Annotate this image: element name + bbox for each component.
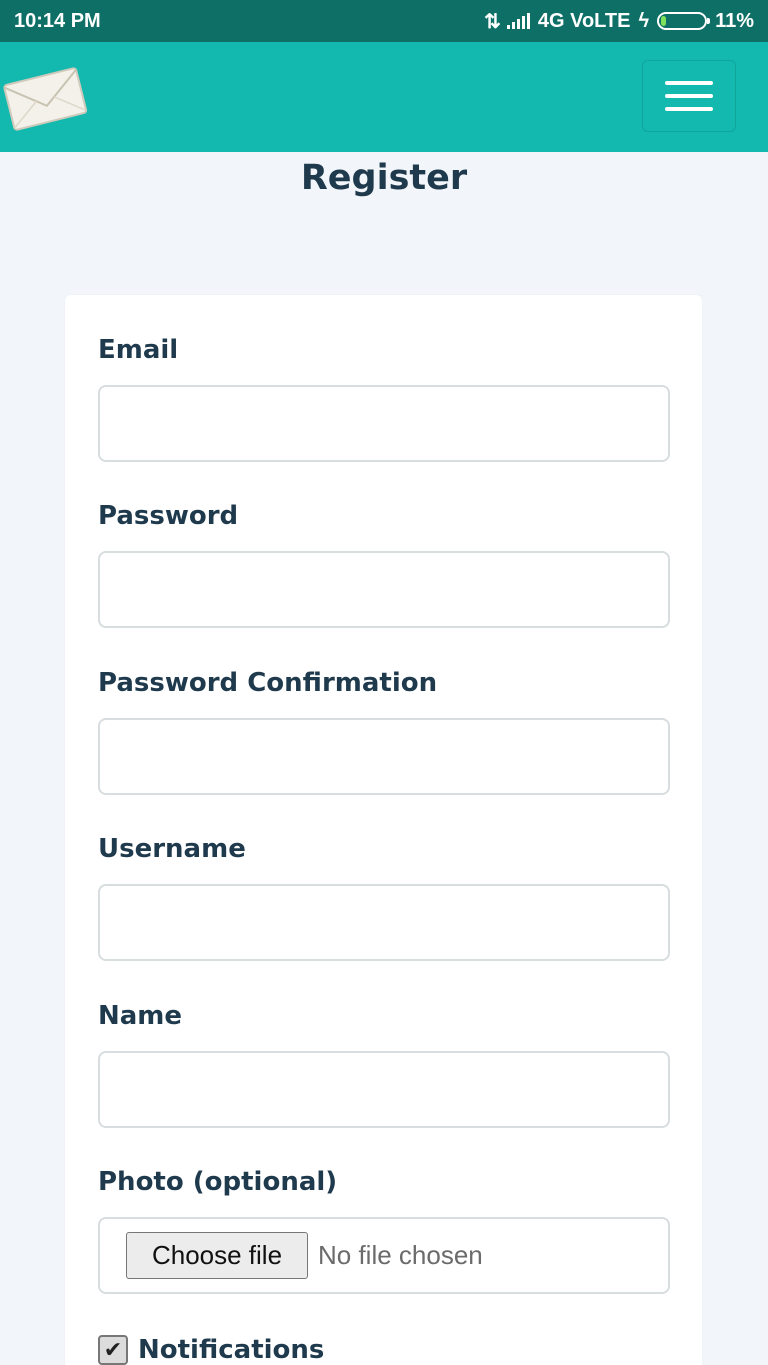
page-title: Register	[300, 158, 468, 198]
notifications-checkbox[interactable]: ✔	[98, 1335, 128, 1365]
status-time: 10:14 PM	[14, 9, 101, 32]
register-form-card: Email Password Password Confirmation Use…	[65, 295, 702, 1365]
username-label: Username	[98, 834, 246, 864]
name-label: Name	[98, 1001, 183, 1031]
password-confirmation-label: Password Confirmation	[98, 668, 438, 698]
choose-file-button[interactable]: Choose file	[126, 1232, 308, 1279]
charging-icon: ϟ	[638, 9, 650, 32]
battery-level	[661, 16, 667, 26]
envelope-icon[interactable]	[0, 62, 90, 134]
signal-strength-icon	[506, 13, 530, 29]
hamburger-menu-icon-line	[665, 94, 713, 98]
app-header	[0, 42, 768, 152]
password-confirmation-field[interactable]	[98, 718, 670, 795]
password-label: Password	[98, 501, 239, 531]
notifications-label: Notifications	[138, 1335, 325, 1365]
status-bar: 10:14 PM ⇅ 4G VoLTE ϟ 11%	[0, 0, 768, 42]
file-status: No file chosen	[318, 1240, 483, 1270]
data-transfer-icon: ⇅	[484, 10, 501, 33]
battery-icon	[657, 12, 711, 30]
name-field[interactable]	[98, 1051, 670, 1128]
notifications-option[interactable]: ✔ Notifications	[98, 1335, 324, 1365]
photo-file-input[interactable]: Choose file No file chosen	[98, 1217, 670, 1294]
password-field[interactable]	[98, 551, 670, 628]
network-type: 4G VoLTE	[537, 9, 631, 32]
hamburger-menu-icon-line	[665, 81, 713, 85]
status-indicators: ⇅ 4G VoLTE ϟ 11%	[484, 9, 754, 34]
email-field[interactable]	[98, 385, 670, 462]
battery-percent: 11%	[715, 9, 754, 32]
username-field[interactable]	[98, 884, 670, 961]
hamburger-menu-icon-line	[665, 107, 713, 111]
hamburger-menu-button[interactable]	[642, 60, 736, 132]
email-label: Email	[98, 335, 179, 365]
photo-label: Photo (optional)	[98, 1167, 338, 1197]
